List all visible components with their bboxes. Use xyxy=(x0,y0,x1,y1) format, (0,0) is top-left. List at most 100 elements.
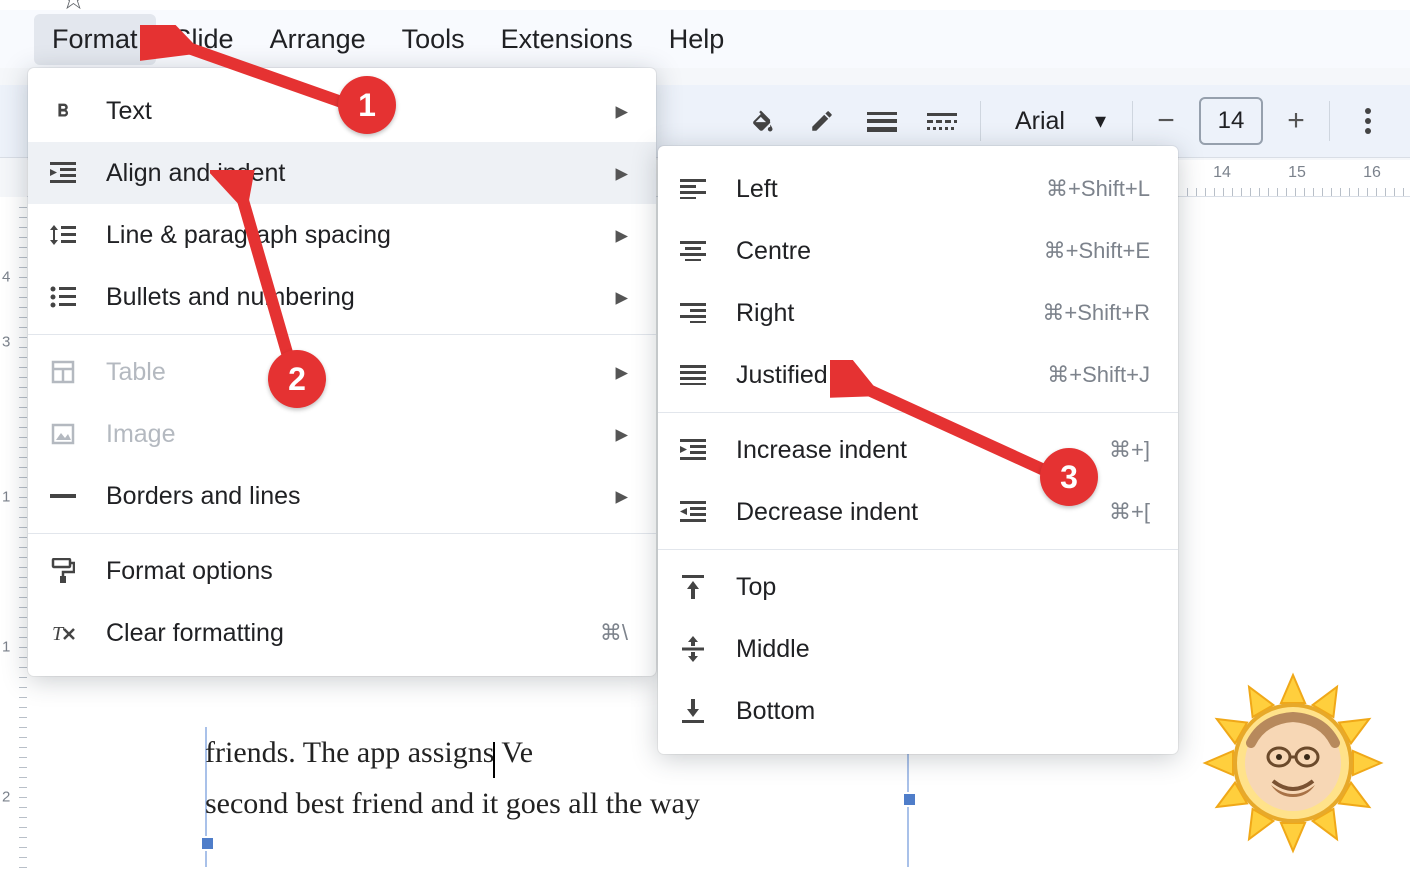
decrease-font-button[interactable]: − xyxy=(1149,104,1183,138)
user-avatar-sun[interactable] xyxy=(1198,668,1388,858)
align-justify-icon xyxy=(676,358,710,392)
align-menu-item-justified[interactable]: Justified ⌘+Shift+J xyxy=(658,344,1178,406)
menubar-item-slide[interactable]: Slide xyxy=(156,14,252,65)
submenu-arrow-icon: ▸ xyxy=(615,220,628,250)
list-icon xyxy=(46,280,80,314)
increase-font-button[interactable]: + xyxy=(1279,104,1313,138)
menu-item-label: Middle xyxy=(736,635,810,664)
svg-text:T: T xyxy=(52,623,65,645)
border-weight-icon[interactable] xyxy=(860,99,904,143)
menubar-item-help[interactable]: Help xyxy=(651,14,743,65)
ruler-tick-label: 16 xyxy=(1363,164,1381,182)
paint-bucket-icon[interactable] xyxy=(740,99,784,143)
align-menu-item-top[interactable]: Top xyxy=(658,556,1178,618)
menu-item-label: Justified xyxy=(736,361,828,390)
submenu-arrow-icon: ▸ xyxy=(615,357,628,387)
selection-handle[interactable] xyxy=(200,836,215,851)
format-menu-item-clear-formatting[interactable]: T Clear formatting ⌘\ xyxy=(28,602,656,664)
submenu-arrow-icon: ▸ xyxy=(615,96,628,126)
toolbar-separator xyxy=(980,101,981,141)
menu-item-label: Increase indent xyxy=(736,436,907,465)
align-menu-item-middle[interactable]: Middle xyxy=(658,618,1178,680)
window-chrome-fragment xyxy=(0,0,1410,10)
menu-item-label: Clear formatting xyxy=(106,619,284,648)
menubar-item-tools[interactable]: Tools xyxy=(384,14,483,65)
menu-item-label: Bottom xyxy=(736,697,815,726)
font-selector[interactable]: Arial ▾ xyxy=(997,99,1116,143)
menu-item-shortcut: ⌘+Shift+E xyxy=(1044,238,1150,264)
clearfmt-icon: T xyxy=(46,616,80,650)
bold-icon xyxy=(46,94,80,128)
menubar-item-extensions[interactable]: Extensions xyxy=(483,14,651,65)
submenu-arrow-icon: ▸ xyxy=(615,419,628,449)
align-menu-item-bottom[interactable]: Bottom xyxy=(658,680,1178,742)
menu-item-label: Borders and lines xyxy=(106,482,301,511)
menubar: Format Slide Arrange Tools Extensions He… xyxy=(0,10,1410,68)
more-options-button[interactable] xyxy=(1346,99,1390,143)
menu-item-label: Bullets and numbering xyxy=(106,283,355,312)
border-dash-icon[interactable] xyxy=(920,99,964,143)
linesp-icon xyxy=(46,218,80,252)
menu-item-label: Right xyxy=(736,299,794,328)
font-size-input[interactable]: 14 xyxy=(1199,97,1263,145)
menu-item-label: Format options xyxy=(106,557,273,586)
format-menu-item-align-and-indent[interactable]: Align and indent ▸ xyxy=(28,142,656,204)
table-icon xyxy=(46,355,80,389)
align-menu-item-right[interactable]: Right ⌘+Shift+R xyxy=(658,282,1178,344)
roller-icon xyxy=(46,554,80,588)
format-menu-item-image: Image ▸ xyxy=(28,403,656,465)
menu-item-label: Left xyxy=(736,175,778,204)
format-menu-item-format-options[interactable]: Format options xyxy=(28,540,656,602)
menu-separator xyxy=(658,549,1178,550)
menu-item-label: Centre xyxy=(736,237,811,266)
menu-item-shortcut: ⌘\ xyxy=(600,620,628,646)
menu-item-label: Table xyxy=(106,358,166,387)
submenu-arrow-icon: ▸ xyxy=(615,282,628,312)
format-menu: Text▸Align and indent▸Line & paragraph s… xyxy=(28,68,656,676)
menubar-item-format[interactable]: Format xyxy=(34,14,156,65)
menu-item-shortcut: ⌘+Shift+L xyxy=(1046,176,1150,202)
menu-separator xyxy=(28,533,656,534)
align-left-icon xyxy=(676,172,710,206)
align-menu-item-left[interactable]: Left ⌘+Shift+L xyxy=(658,158,1178,220)
annotation-2: 2 xyxy=(268,350,326,408)
toolbar-separator xyxy=(1329,101,1330,141)
image-icon xyxy=(46,417,80,451)
line-icon xyxy=(46,479,80,513)
menu-item-label: Top xyxy=(736,573,776,602)
menu-separator xyxy=(658,412,1178,413)
submenu-arrow-icon: ▸ xyxy=(615,158,628,188)
menu-item-shortcut: ⌘+Shift+R xyxy=(1042,300,1150,326)
align-right-icon xyxy=(676,296,710,330)
format-menu-item-borders-and-lines[interactable]: Borders and lines ▸ xyxy=(28,465,656,527)
pencil-icon[interactable] xyxy=(800,99,844,143)
align-submenu: Left ⌘+Shift+L Centre ⌘+Shift+E Right ⌘+Shift… xyxy=(658,146,1178,754)
menu-item-label: Image xyxy=(106,420,175,449)
menu-item-label: Align and indent xyxy=(106,159,285,188)
align-menu-item-increase-indent[interactable]: Increase indent⌘+] xyxy=(658,419,1178,481)
submenu-arrow-icon: ▸ xyxy=(615,481,628,511)
menu-item-shortcut: ⌘+[ xyxy=(1109,499,1150,525)
annotation-3: 3 xyxy=(1040,448,1098,506)
format-menu-item-bullets-and-numbering[interactable]: Bullets and numbering ▸ xyxy=(28,266,656,328)
text-cursor xyxy=(493,742,495,778)
align-menu-item-decrease-indent[interactable]: Decrease indent ⌘+[ xyxy=(658,481,1178,543)
valign-bot-icon xyxy=(676,694,710,728)
indent-dec-icon xyxy=(676,495,710,529)
menu-item-shortcut: ⌘+Shift+J xyxy=(1047,362,1150,388)
format-menu-item-line-paragraph-spacing[interactable]: Line & paragraph spacing ▸ xyxy=(28,204,656,266)
align-center-icon xyxy=(676,234,710,268)
menu-item-label: Decrease indent xyxy=(736,498,918,527)
menubar-item-arrange[interactable]: Arrange xyxy=(252,14,384,65)
format-menu-item-table: Table ▸ xyxy=(28,341,656,403)
ruler-vertical: 4 3 1 1 2 xyxy=(0,197,28,870)
toolbar-separator xyxy=(1132,101,1133,141)
annotation-1: 1 xyxy=(338,76,396,134)
indent-icon xyxy=(46,156,80,190)
valign-top-icon xyxy=(676,570,710,604)
indent-inc-icon xyxy=(676,433,710,467)
align-menu-item-centre[interactable]: Centre ⌘+Shift+E xyxy=(658,220,1178,282)
menu-item-label: Text xyxy=(106,97,152,126)
menu-item-label: Line & paragraph spacing xyxy=(106,221,391,250)
valign-mid-icon xyxy=(676,632,710,666)
